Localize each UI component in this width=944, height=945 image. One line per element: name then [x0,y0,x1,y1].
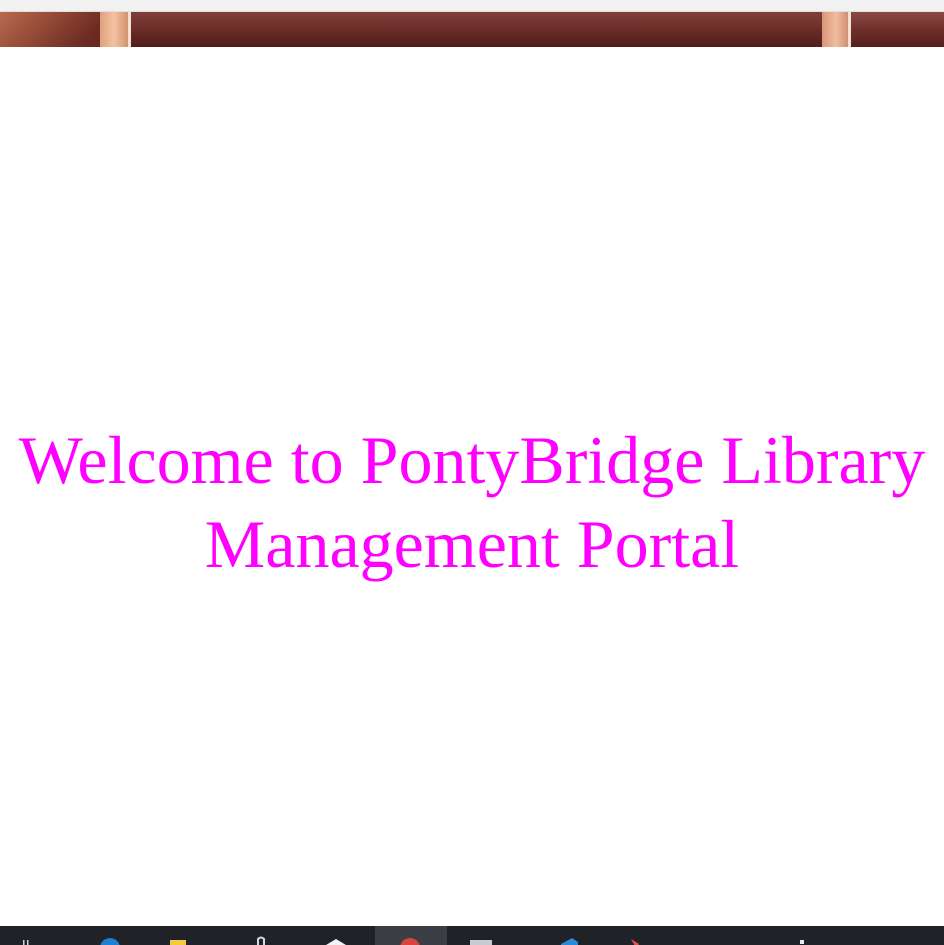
edge-browser-icon[interactable] [99,936,121,945]
banner-panel-middle [131,12,848,47]
welcome-heading: Welcome to PontyBridge Library Managemen… [0,418,944,586]
vscode-icon[interactable] [558,936,580,945]
window-icon[interactable] [470,936,492,945]
windows-taskbar [0,926,944,945]
task-view-icon[interactable] [20,936,42,945]
banner-panel-right [851,12,944,47]
mail-icon[interactable] [325,936,347,945]
banner-post-left [100,12,128,47]
paperclip-icon[interactable] [250,936,272,945]
welcome-heading-line-1: Welcome to PontyBridge Library [18,422,926,498]
system-icon[interactable] [796,936,818,945]
browser-top-edge [0,0,944,12]
header-banner-image [0,12,944,47]
file-explorer-icon[interactable] [167,936,189,945]
tool-icon[interactable] [627,936,649,945]
chrome-icon[interactable] [399,936,421,945]
welcome-heading-line-2: Management Portal [204,506,740,582]
banner-post-right [822,12,848,47]
